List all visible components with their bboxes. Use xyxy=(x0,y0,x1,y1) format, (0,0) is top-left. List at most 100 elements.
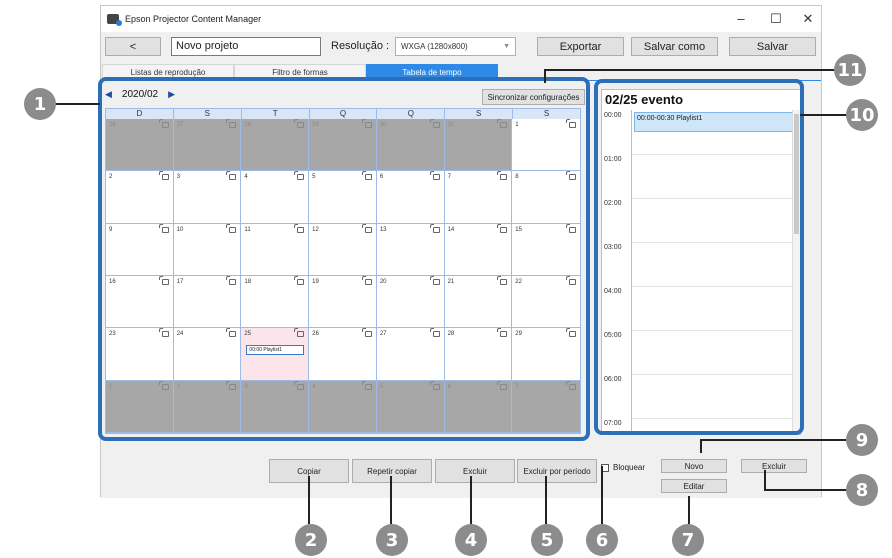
calendar-event-chip[interactable]: 00:00 Playlist1 xyxy=(246,345,305,356)
calendar-day-cell[interactable]: 11 xyxy=(241,223,310,276)
event-scrollbar[interactable] xyxy=(792,110,800,434)
calendar-day-cell[interactable]: 24 xyxy=(173,328,242,381)
unlock-icon[interactable] xyxy=(566,328,576,338)
calendar-day-cell[interactable]: 6 xyxy=(444,380,513,433)
calendar-day-cell[interactable]: 12 xyxy=(309,223,377,276)
calendar-day-cell[interactable]: 14 xyxy=(444,223,513,276)
scroll-thumb[interactable] xyxy=(794,114,799,234)
unlock-icon[interactable] xyxy=(566,223,576,233)
event-item[interactable]: 00:00-00:30 Playlist1 xyxy=(634,112,794,132)
calendar-day-cell[interactable]: 10 xyxy=(173,223,242,276)
unlock-icon[interactable] xyxy=(158,223,169,233)
maximize-button[interactable]: ☐ xyxy=(761,9,791,29)
unlock-icon[interactable] xyxy=(497,171,508,181)
unlock-icon[interactable] xyxy=(294,223,305,233)
calendar-day-cell[interactable]: 26 xyxy=(309,328,377,381)
unlock-icon[interactable] xyxy=(429,119,440,128)
unlock-icon[interactable] xyxy=(497,223,508,233)
unlock-icon[interactable] xyxy=(361,380,372,390)
tab-shape-filter[interactable]: Filtro de formas xyxy=(234,64,366,80)
unlock-icon[interactable] xyxy=(361,328,372,338)
edit-event-button[interactable]: Editar xyxy=(661,479,727,493)
calendar-day-cell[interactable]: 3 xyxy=(173,171,242,224)
unlock-icon[interactable] xyxy=(566,119,576,128)
save-as-button[interactable]: Salvar como xyxy=(631,37,718,56)
minimize-button[interactable]: – xyxy=(726,9,756,29)
calendar-day-cell[interactable]: 13 xyxy=(376,223,445,276)
calendar-day-cell[interactable]: 18 xyxy=(241,275,310,329)
calendar-day-cell[interactable]: 30 xyxy=(376,119,445,172)
calendar-day-cell[interactable]: 28 xyxy=(241,119,310,172)
unlock-icon[interactable] xyxy=(226,119,237,128)
unlock-icon[interactable] xyxy=(226,328,237,338)
unlock-icon[interactable] xyxy=(566,275,576,285)
unlock-icon[interactable] xyxy=(158,380,169,390)
calendar-day-cell[interactable]: 5 xyxy=(376,380,445,433)
export-button[interactable]: Exportar xyxy=(537,37,624,56)
calendar-day-cell[interactable]: 31 xyxy=(444,119,513,172)
unlock-icon[interactable] xyxy=(294,171,305,181)
calendar-day-cell[interactable]: 22 xyxy=(512,275,580,329)
unlock-icon[interactable] xyxy=(429,223,440,233)
calendar-day-cell[interactable]: 1 xyxy=(512,119,580,172)
tab-timetable[interactable]: Tabela de tempo xyxy=(366,64,498,80)
unlock-icon[interactable] xyxy=(361,223,372,233)
tab-playlists[interactable]: Listas de reprodução xyxy=(102,64,234,80)
save-button[interactable]: Salvar xyxy=(729,37,816,56)
calendar-day-cell[interactable]: 6 xyxy=(376,171,445,224)
delete-button[interactable]: Excluir xyxy=(435,459,515,483)
calendar-day-cell[interactable]: 5 xyxy=(309,171,377,224)
unlock-icon[interactable] xyxy=(497,119,508,128)
unlock-icon[interactable] xyxy=(566,380,576,390)
calendar-day-cell[interactable]: 7 xyxy=(512,380,580,433)
delete-period-button[interactable]: Excluir por período xyxy=(517,459,597,483)
prev-month-arrow-icon[interactable]: ◀ xyxy=(105,89,112,100)
unlock-icon[interactable] xyxy=(429,275,440,285)
back-button[interactable]: < xyxy=(105,37,161,56)
unlock-icon[interactable] xyxy=(497,275,508,285)
calendar-day-cell[interactable]: 7 xyxy=(444,171,513,224)
close-button[interactable]: ✕ xyxy=(793,9,823,29)
calendar-day-cell[interactable]: 23 xyxy=(106,328,174,381)
unlock-icon[interactable] xyxy=(158,275,169,285)
unlock-icon[interactable] xyxy=(294,119,305,128)
unlock-icon[interactable] xyxy=(566,171,576,181)
calendar-day-cell[interactable]: 19 xyxy=(309,275,377,329)
calendar-day-cell[interactable]: 1 xyxy=(106,380,174,433)
calendar-day-cell[interactable]: 25 00:00 Playlist1 xyxy=(241,328,310,381)
unlock-icon[interactable] xyxy=(429,171,440,181)
unlock-icon[interactable] xyxy=(158,119,169,128)
sync-settings-button[interactable]: Sincronizar configurações xyxy=(482,89,585,105)
unlock-icon[interactable] xyxy=(226,380,237,390)
lock-checkbox[interactable]: Bloquear xyxy=(601,463,645,472)
project-name-input[interactable]: Novo projeto xyxy=(171,37,321,56)
new-event-button[interactable]: Novo xyxy=(661,459,727,473)
unlock-icon[interactable] xyxy=(226,171,237,181)
unlock-icon[interactable] xyxy=(226,275,237,285)
unlock-icon[interactable] xyxy=(429,328,440,338)
calendar-day-cell[interactable]: 29 xyxy=(309,119,377,172)
calendar-day-cell[interactable]: 3 xyxy=(241,380,310,433)
calendar-day-cell[interactable]: 9 xyxy=(106,223,174,276)
unlock-icon[interactable] xyxy=(361,119,372,128)
calendar-day-cell[interactable]: 2 xyxy=(173,380,242,433)
calendar-day-cell[interactable]: 29 xyxy=(512,328,580,381)
next-month-arrow-icon[interactable]: ▶ xyxy=(168,89,175,100)
calendar-day-cell[interactable]: 4 xyxy=(241,171,310,224)
unlock-icon[interactable] xyxy=(361,171,372,181)
repeat-copy-button[interactable]: Repetir copiar xyxy=(352,459,432,483)
unlock-icon[interactable] xyxy=(429,380,440,390)
calendar-day-cell[interactable]: 8 xyxy=(512,171,580,224)
calendar-day-cell[interactable]: 4 xyxy=(309,380,377,433)
unlock-icon[interactable] xyxy=(294,275,305,285)
unlock-icon[interactable] xyxy=(158,328,169,338)
calendar-day-cell[interactable]: 20 xyxy=(376,275,445,329)
calendar-day-cell[interactable]: 28 xyxy=(444,328,513,381)
delete-event-button[interactable]: Excluir xyxy=(741,459,807,473)
unlock-icon[interactable] xyxy=(226,223,237,233)
calendar-day-cell[interactable]: 16 xyxy=(106,275,174,329)
unlock-icon[interactable] xyxy=(294,328,305,338)
unlock-icon[interactable] xyxy=(361,275,372,285)
calendar-day-cell[interactable]: 26 xyxy=(106,119,174,172)
unlock-icon[interactable] xyxy=(294,380,305,390)
